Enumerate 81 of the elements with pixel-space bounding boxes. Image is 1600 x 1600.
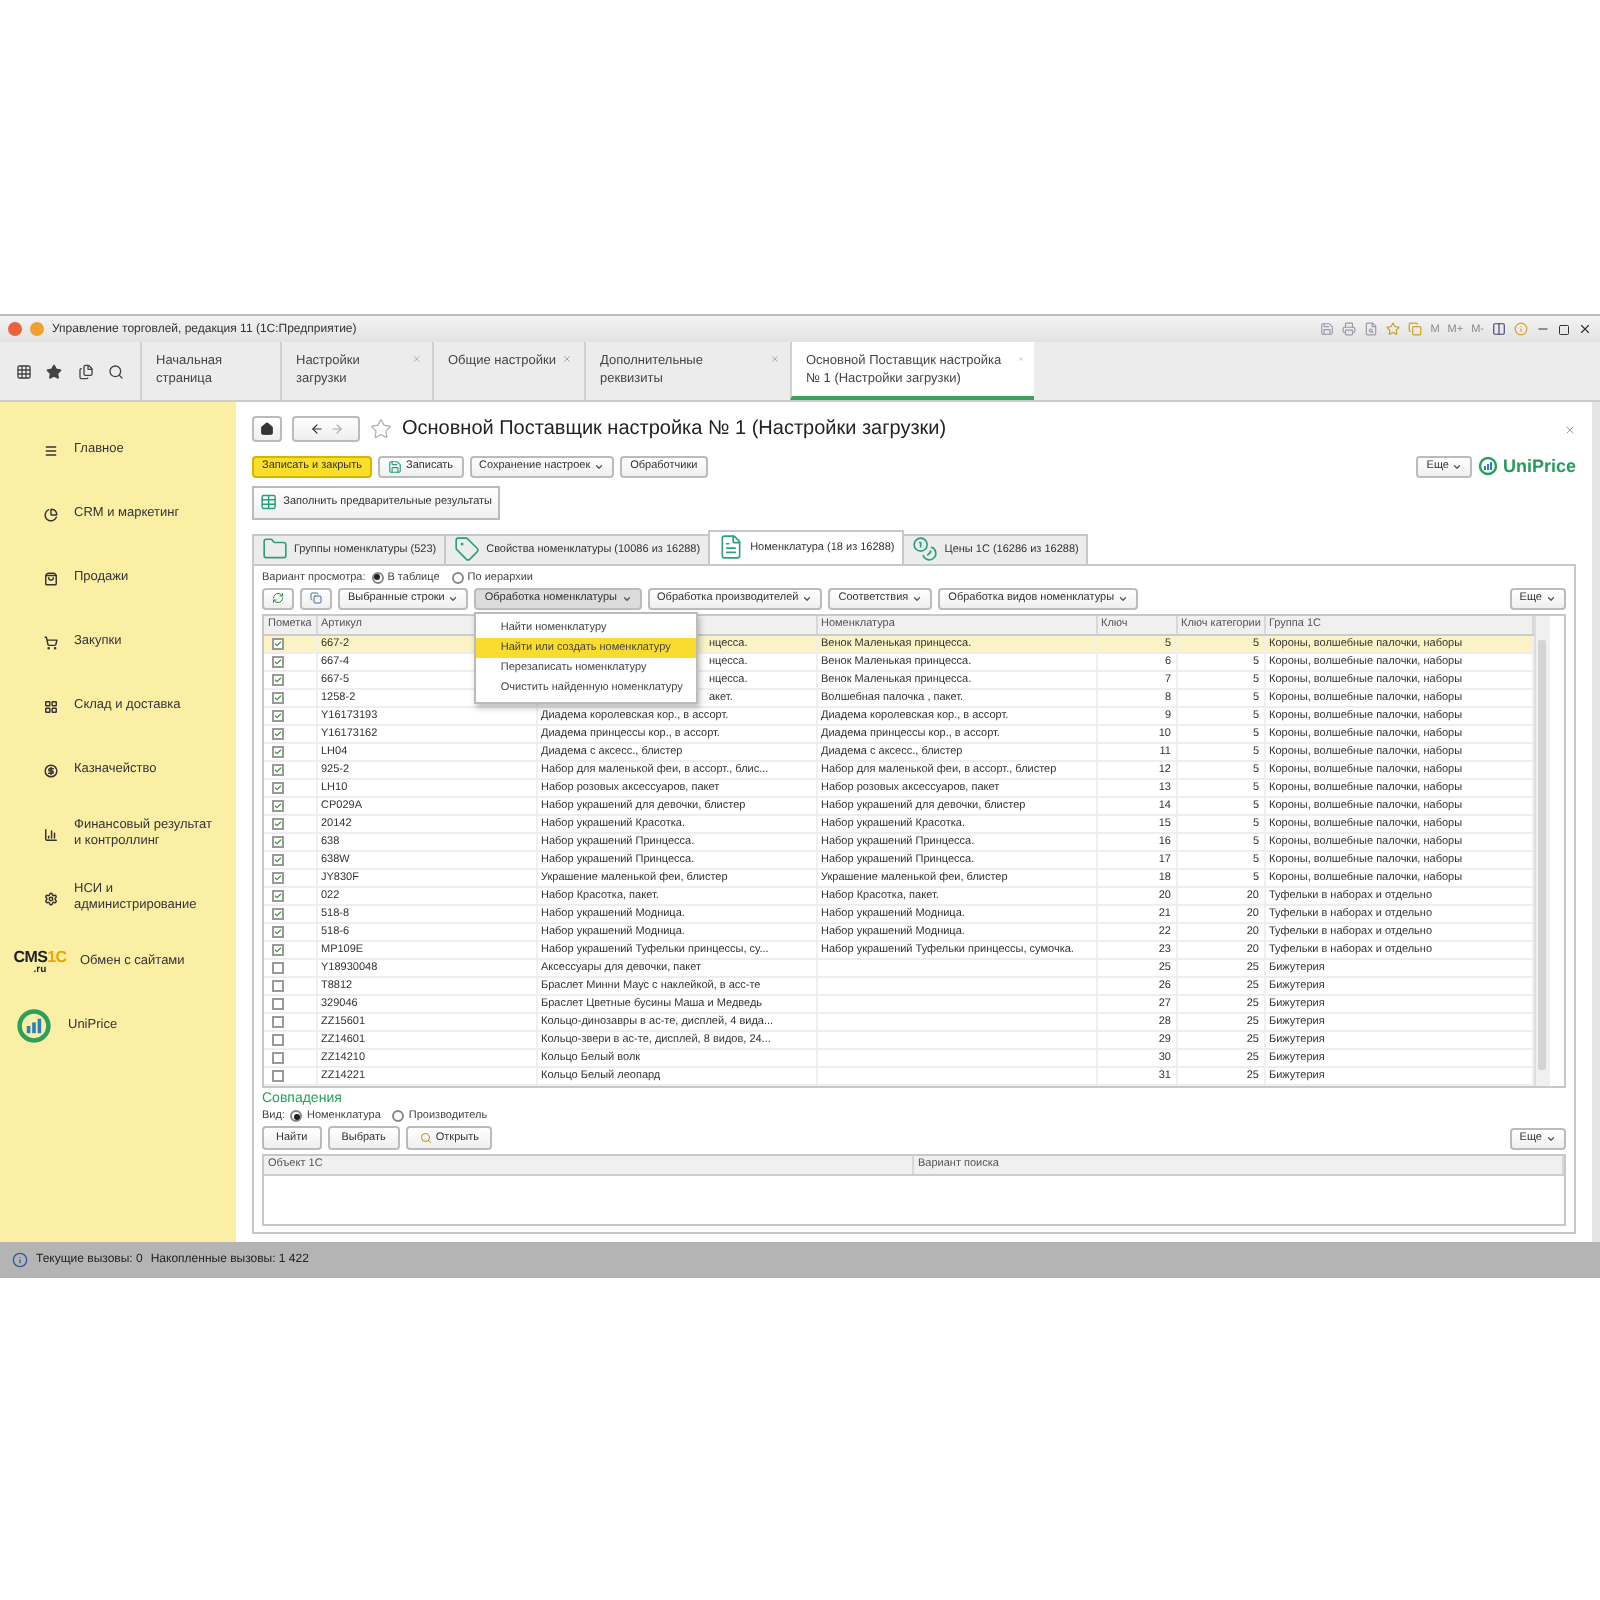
radio-button[interactable]	[371, 571, 384, 583]
checkbox[interactable]	[272, 890, 284, 902]
checkbox[interactable]	[272, 998, 284, 1010]
save-icon[interactable]	[1320, 322, 1335, 336]
checkbox[interactable]	[272, 656, 284, 668]
app-icon	[8, 322, 22, 336]
checkbox[interactable]	[272, 692, 284, 704]
favorite-icon[interactable]	[370, 418, 392, 441]
status-icon	[12, 1252, 28, 1268]
checkbox[interactable]	[272, 854, 284, 866]
document-icon	[718, 534, 745, 560]
radio-button[interactable]	[392, 1110, 405, 1122]
caret-icon	[621, 593, 632, 603]
minimize-icon[interactable]	[1536, 322, 1550, 336]
brand-name: UniPrice	[1502, 456, 1576, 476]
home-icon	[260, 422, 274, 437]
checkbox[interactable]	[272, 782, 284, 794]
checkbox[interactable]	[272, 980, 284, 992]
folder-icon	[262, 536, 288, 562]
back-icon[interactable]	[309, 422, 323, 437]
bar-chart-icon	[44, 827, 58, 841]
save-icon	[388, 459, 403, 473]
checkbox[interactable]	[272, 764, 284, 776]
tag-icon	[454, 536, 481, 562]
checkbox[interactable]	[272, 836, 284, 848]
caret-icon	[448, 593, 459, 603]
star-icon[interactable]	[1386, 322, 1401, 336]
checkbox[interactable]	[272, 674, 284, 686]
forward-icon[interactable]	[329, 422, 343, 437]
checkbox[interactable]	[272, 638, 284, 650]
refresh-icon	[272, 592, 284, 604]
cart-icon	[44, 635, 58, 649]
checkbox[interactable]	[272, 944, 284, 956]
caret-icon	[1546, 593, 1556, 603]
bag-icon	[44, 571, 58, 585]
caret-icon	[802, 593, 813, 603]
maximize-icon[interactable]	[1558, 323, 1570, 335]
form-title: Основной Поставщик настройка № 1 (Настройки загрузки)	[402, 418, 949, 441]
checkbox[interactable]	[272, 710, 284, 722]
caret-icon	[1546, 1133, 1556, 1143]
caret-icon	[594, 461, 605, 471]
checkbox[interactable]	[272, 908, 284, 920]
caret-icon	[1118, 593, 1129, 603]
chart-logo-icon	[1478, 456, 1499, 476]
history-icon[interactable]	[77, 363, 94, 379]
checkbox[interactable]	[272, 1052, 284, 1064]
search-icon[interactable]	[108, 363, 125, 379]
panels-icon[interactable]	[1492, 322, 1506, 336]
coin-icon	[44, 763, 58, 777]
checkbox[interactable]	[272, 962, 284, 974]
preview-icon[interactable]	[1364, 322, 1379, 336]
settings-icon	[44, 891, 58, 905]
checkbox[interactable]	[272, 1034, 284, 1046]
apps-icon[interactable]	[15, 363, 32, 379]
table-icon	[260, 490, 278, 514]
home-button[interactable]	[252, 416, 282, 443]
star-icon[interactable]	[46, 363, 63, 379]
copy-button[interactable]	[300, 587, 332, 609]
copy-icon	[310, 592, 322, 604]
coins-icon	[912, 536, 939, 562]
close-icon[interactable]	[1578, 322, 1592, 336]
checkbox[interactable]	[272, 1070, 284, 1082]
check-all-button[interactable]	[262, 587, 294, 609]
checkbox[interactable]	[272, 746, 284, 758]
copy-icon[interactable]	[1408, 322, 1423, 336]
caret-icon	[1452, 461, 1463, 471]
info-icon[interactable]	[1514, 322, 1528, 336]
print-icon[interactable]	[1342, 322, 1357, 336]
pie-chart-icon	[44, 507, 58, 521]
radio-button[interactable]	[451, 571, 464, 583]
radio-button[interactable]	[290, 1110, 303, 1122]
search-icon	[419, 1132, 432, 1144]
checkbox[interactable]	[272, 800, 284, 812]
checkbox[interactable]	[272, 872, 284, 884]
checkbox[interactable]	[272, 728, 284, 740]
checkbox[interactable]	[272, 818, 284, 830]
chart-logo-icon	[16, 1008, 52, 1044]
checkbox[interactable]	[272, 926, 284, 938]
grid-icon	[44, 699, 58, 713]
checkbox[interactable]	[272, 1016, 284, 1028]
caret-icon	[912, 593, 923, 603]
